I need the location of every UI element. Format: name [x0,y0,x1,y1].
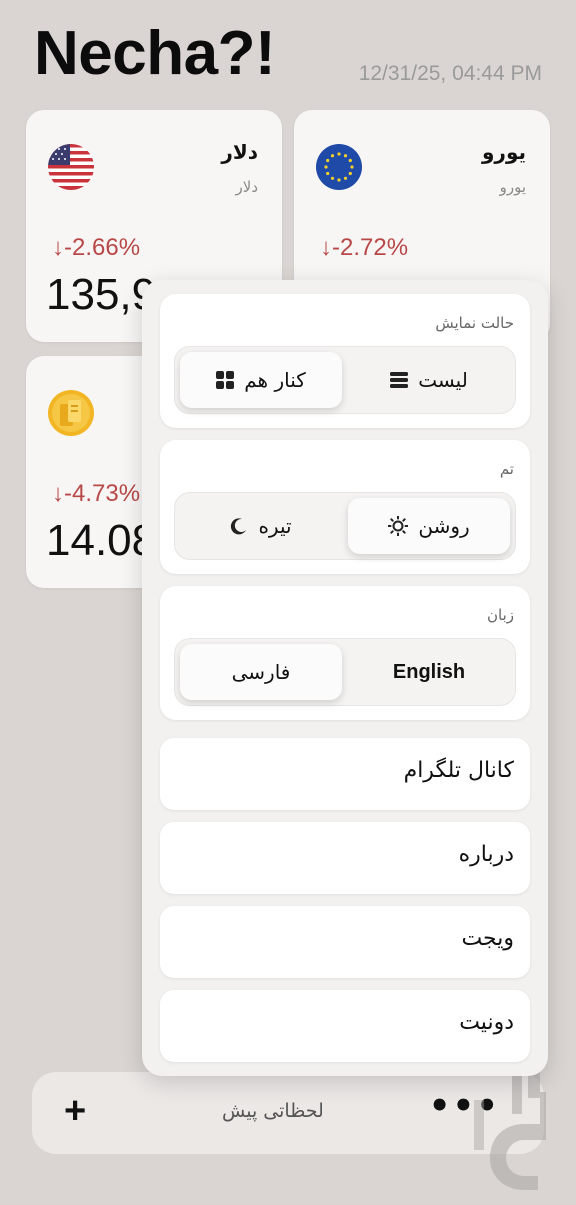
language-english-option[interactable]: English [348,644,510,700]
display-mode-section: حالت نمایش کنار هم لیست [160,294,530,428]
link-label: دونیت [459,1010,514,1035]
settings-menu: حالت نمایش کنار هم لیست تم تیره روشن زبا… [142,280,548,1076]
price-change: ↓-2.72% [320,234,409,261]
eu-flag-icon [316,144,362,190]
last-updated-timestamp: 12/31/25, 04:44 PM [358,62,542,85]
currency-subtitle: دلار [235,178,258,196]
last-updated-label: لحظاتی پیش [222,1100,324,1122]
currency-name: دلار [221,140,258,164]
option-label: تیره [258,514,292,538]
link-label: درباره [458,842,514,867]
app-title: Necha?! [34,19,276,88]
price-change: ↓-2.66% [52,234,141,261]
donate-link[interactable]: دونیت [160,990,530,1062]
theme-section: تم تیره روشن [160,440,530,574]
option-label: لیست [418,368,468,392]
moon-icon [230,517,248,535]
bottom-bar: + لحظاتی پیش ••• [32,1072,544,1154]
telegram-channel-link[interactable]: کانال تلگرام [160,738,530,810]
option-label: کنار هم [244,368,306,392]
language-title: زبان [486,606,514,624]
link-label: ویجت [461,926,514,951]
option-label: English [392,660,466,683]
display-mode-list-option[interactable]: لیست [348,352,510,408]
gold-coin-icon [48,390,94,436]
grid-icon [216,371,235,389]
display-mode-grid-option[interactable]: کنار هم [180,352,342,408]
list-icon [390,371,409,389]
language-toggle: فارسی English [174,638,516,706]
us-flag-icon [48,144,94,190]
price-value: 135,9 [46,270,157,319]
theme-title: تم [499,460,514,478]
theme-dark-option[interactable]: تیره [180,498,342,554]
widget-link[interactable]: ویجت [160,906,530,978]
price-change: ↓-4.73% [52,480,141,507]
price-value: 14.08 [46,516,157,565]
currency-subtitle: یورو [499,178,526,196]
theme-toggle: تیره روشن [174,492,516,560]
add-button[interactable]: + [64,1090,86,1133]
about-link[interactable]: درباره [160,822,530,894]
currency-name: یورو [482,140,526,164]
option-label: روشن [418,514,470,538]
option-label: فارسی [231,660,291,684]
link-label: کانال تلگرام [403,758,514,783]
display-mode-toggle: کنار هم لیست [174,346,516,414]
language-persian-option[interactable]: فارسی [180,644,342,700]
sun-icon [388,516,409,536]
language-section: زبان فارسی English [160,586,530,720]
theme-light-option[interactable]: روشن [348,498,510,554]
display-mode-title: حالت نمایش [435,314,514,332]
